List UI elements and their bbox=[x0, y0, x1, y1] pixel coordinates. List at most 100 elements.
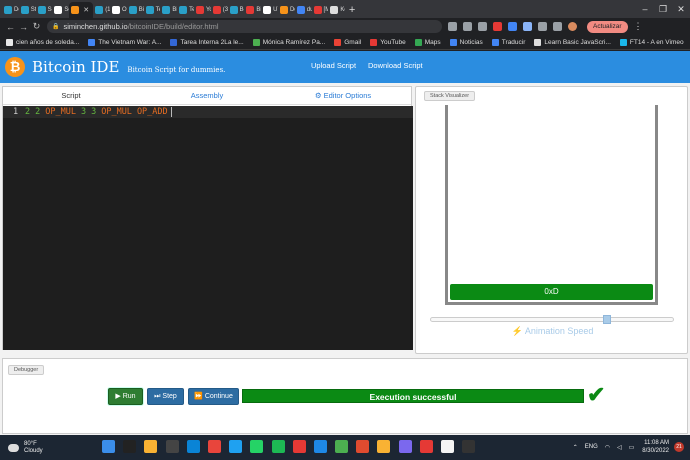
bookmark-item[interactable]: cien años de soleda... bbox=[6, 38, 79, 46]
taskbar-app-icon[interactable] bbox=[271, 440, 285, 453]
tab-editor-options[interactable]: ⚙ Editor Options bbox=[275, 87, 411, 104]
back-icon[interactable]: ← bbox=[4, 22, 17, 32]
taskbar-app-icon[interactable] bbox=[102, 440, 115, 453]
code-editor[interactable]: 1 2 2 OP_MUL 3 3 OP_MUL OP_ADD bbox=[3, 106, 413, 350]
menu-kebab-icon[interactable]: ⋮ bbox=[634, 21, 643, 32]
chevron-up-icon[interactable]: ⌃ bbox=[573, 444, 578, 451]
battery-icon[interactable]: ▭ bbox=[629, 444, 635, 451]
taskbar-app-icon[interactable] bbox=[229, 440, 243, 453]
wifi-icon[interactable]: ◠ bbox=[605, 444, 610, 451]
bookmark-item[interactable]: YouTube bbox=[370, 38, 406, 46]
step-button[interactable]: ⏭ Step bbox=[147, 388, 184, 405]
taskbar-app-icon[interactable] bbox=[207, 440, 221, 453]
update-button[interactable]: Actualizar bbox=[587, 20, 628, 33]
sidepanel-icon[interactable] bbox=[553, 22, 562, 31]
share-icon[interactable] bbox=[463, 22, 472, 31]
taskbar-app-icon[interactable] bbox=[441, 440, 454, 453]
clock[interactable]: 11:08 AM 8/30/2022 bbox=[642, 439, 669, 455]
tab-favicon-icon bbox=[179, 6, 188, 14]
browser-tab[interactable]: Dc bbox=[278, 2, 295, 18]
gmail-extension-icon[interactable] bbox=[493, 22, 502, 31]
app-title: Bitcoin IDE bbox=[32, 58, 120, 76]
close-window-icon[interactable]: ✕ bbox=[672, 0, 690, 18]
puzzle-icon[interactable] bbox=[538, 22, 547, 31]
browser-tab[interactable]: Ke bbox=[328, 2, 345, 18]
browser-tab[interactable]: UT bbox=[261, 2, 278, 18]
translate-icon[interactable] bbox=[448, 22, 457, 31]
browser-tab[interactable]: ✕ bbox=[69, 2, 94, 18]
bookmark-favicon-icon bbox=[619, 38, 627, 46]
browser-tab[interactable]: Ter bbox=[144, 2, 160, 18]
tab-favicon-icon bbox=[162, 6, 171, 14]
taskbar-app-icon[interactable] bbox=[462, 440, 476, 453]
browser-tab[interactable]: (3) bbox=[211, 2, 228, 18]
browser-tab[interactable]: [M bbox=[312, 2, 328, 18]
taskbar-app-icon[interactable] bbox=[250, 440, 264, 453]
continue-button[interactable]: ⏩ Continue bbox=[188, 388, 239, 405]
taskbar-app-icon[interactable] bbox=[356, 440, 370, 453]
bookmark-item[interactable]: Gmail bbox=[334, 38, 361, 46]
browser-tab[interactable]: Yo bbox=[194, 2, 211, 18]
tab-favicon-icon bbox=[229, 6, 238, 14]
taskbar-app-icon[interactable] bbox=[377, 440, 391, 453]
profile-avatar[interactable] bbox=[568, 22, 577, 31]
bookmark-item[interactable]: The Vietnam War: A... bbox=[88, 38, 161, 46]
taskbar-app-icon[interactable] bbox=[186, 440, 200, 453]
bookmark-item[interactable]: Maps bbox=[414, 38, 441, 46]
browser-tab[interactable]: du bbox=[295, 2, 312, 18]
reload-icon[interactable]: ↻ bbox=[30, 21, 43, 32]
minimize-icon[interactable]: – bbox=[636, 0, 654, 18]
browser-tab[interactable]: Be bbox=[228, 2, 244, 18]
bookmark-label: Tarea Interna 2La le... bbox=[180, 38, 244, 46]
browser-tab[interactable]: Bit bbox=[127, 2, 144, 18]
browser-tab[interactable]: Bit bbox=[160, 2, 177, 18]
browser-tab[interactable]: Sci bbox=[36, 2, 52, 18]
taskbar-app-icon[interactable] bbox=[292, 440, 306, 453]
weather-widget[interactable]: 80°F Cloudy bbox=[8, 441, 43, 455]
tab-assembly[interactable]: Assembly bbox=[139, 87, 275, 104]
bookmark-item[interactable]: Traducir bbox=[491, 38, 525, 46]
bookmark-item[interactable]: Noticias bbox=[449, 38, 483, 46]
taskbar-app-icon[interactable] bbox=[144, 440, 158, 453]
google-translate-icon[interactable] bbox=[523, 22, 532, 31]
bookmark-item[interactable]: Mónica Ramírez Pa... bbox=[252, 38, 325, 46]
bookmark-item[interactable]: Learn Basic JavaScri... bbox=[534, 38, 611, 46]
browser-tab[interactable]: Bit bbox=[244, 2, 261, 18]
slider-thumb[interactable] bbox=[603, 315, 611, 324]
browser-tab[interactable]: (1) bbox=[93, 2, 110, 18]
notification-badge[interactable]: 21 bbox=[674, 442, 684, 452]
browser-tab[interactable]: Sci bbox=[52, 2, 69, 18]
bookmark-favicon-icon bbox=[170, 38, 178, 46]
volume-icon[interactable]: ◁ bbox=[617, 444, 622, 451]
upload-script-link[interactable]: Upload Script bbox=[311, 61, 356, 70]
taskbar-app-icon[interactable] bbox=[123, 440, 137, 453]
bookmark-star-icon[interactable] bbox=[478, 22, 487, 31]
taskbar-app-icon[interactable] bbox=[398, 440, 412, 453]
app-tagline: Bitcoin Script for dummies. bbox=[127, 65, 226, 74]
window-controls: – ❐ ✕ bbox=[636, 0, 690, 18]
tab-close-icon[interactable]: ✕ bbox=[83, 6, 89, 14]
browser-tab[interactable]: Ter bbox=[177, 2, 194, 18]
bookmark-item[interactable]: Tarea Interna 2La le... bbox=[170, 38, 244, 46]
cloud-icon bbox=[8, 443, 19, 452]
taskbar-app-icon[interactable] bbox=[165, 440, 179, 453]
download-script-link[interactable]: Download Script bbox=[368, 61, 423, 70]
browser-tab[interactable]: Stu bbox=[19, 2, 36, 18]
new-tab-icon[interactable]: + bbox=[345, 2, 359, 18]
lang-indicator[interactable]: ENG bbox=[585, 444, 598, 450]
run-button[interactable]: ▶ Run bbox=[108, 388, 143, 405]
url-input[interactable]: 🔒 siminchen.github.io /bitcoinIDE/build/… bbox=[47, 20, 442, 33]
animation-speed-slider[interactable] bbox=[430, 315, 674, 324]
taskbar-app-icon[interactable] bbox=[335, 440, 349, 453]
taskbar-app-icon[interactable] bbox=[313, 440, 327, 453]
windows-taskbar: 80°F Cloudy ⌃ ENG ◠ ◁ ▭ 11:08 AM 8/30/20… bbox=[0, 435, 690, 460]
tab-script[interactable]: Script bbox=[3, 87, 139, 104]
extension-icon[interactable] bbox=[508, 22, 517, 31]
maximize-icon[interactable]: ❐ bbox=[654, 0, 672, 18]
taskbar-app-icon[interactable] bbox=[419, 440, 433, 453]
browser-tab[interactable]: De bbox=[2, 2, 19, 18]
bookmark-item[interactable]: FT14 - A en Vimeo bbox=[619, 38, 684, 46]
code-line[interactable]: 1 2 2 OP_MUL 3 3 OP_MUL OP_ADD bbox=[3, 106, 413, 118]
browser-tab[interactable]: Or bbox=[110, 2, 127, 18]
forward-icon[interactable]: → bbox=[17, 22, 30, 32]
